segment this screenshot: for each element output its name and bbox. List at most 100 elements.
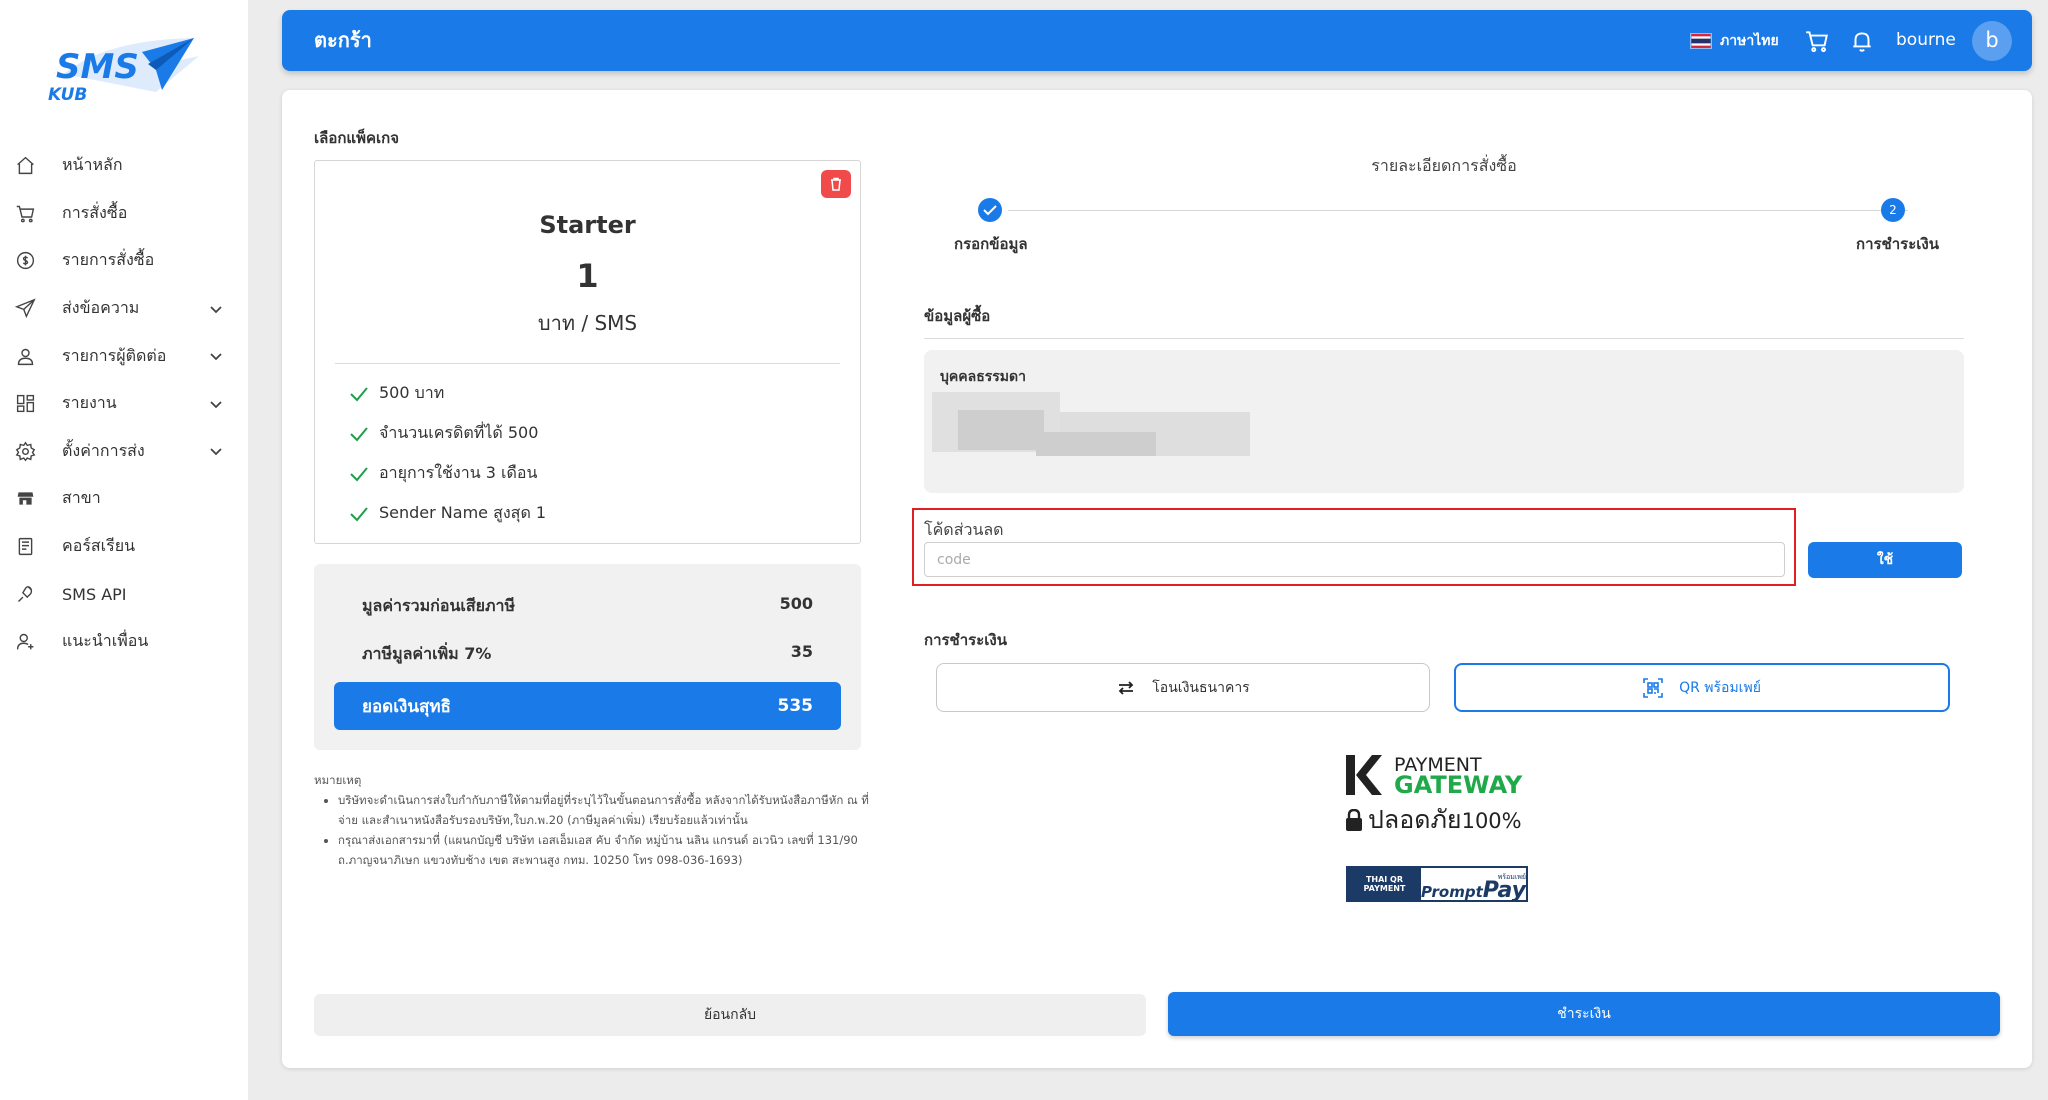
- subtotal-label: มูลค่ารวมก่อนเสียภาษี: [362, 596, 516, 615]
- subtotal-row: มูลค่ารวมก่อนเสียภาษี 500: [362, 594, 813, 619]
- lock-icon: [1346, 809, 1362, 831]
- note-item: กรุณาส่งเอกสารมาที่ (แผนกบัญชี บริษัท เอ…: [338, 830, 874, 870]
- check-icon: [350, 506, 368, 521]
- sidebar: SMS KUB หน้าหลัก การสั่งซื้อ รายการสั่งซ…: [0, 0, 248, 1100]
- sidebar-item-order[interactable]: การสั่งซื้อ: [0, 190, 248, 238]
- thai-flag-icon: [1690, 32, 1712, 49]
- stepper-line: [1008, 210, 1908, 211]
- sidebar-item-label: แนะนำเพื่อน: [62, 631, 149, 651]
- buyer-divider: [924, 338, 1964, 339]
- sidebar-item-label: หน้าหลัก: [62, 155, 123, 175]
- sidebar-item-branch[interactable]: สาขา: [0, 475, 248, 523]
- referral-icon: [14, 631, 36, 653]
- sidebar-item-send-message[interactable]: ส่งข้อความ: [0, 285, 248, 333]
- order-details-title: รายละเอียดการสั่งซื้อ: [1371, 156, 1517, 175]
- sidebar-item-label: SMS API: [62, 584, 127, 604]
- back-button[interactable]: ย้อนกลับ: [314, 994, 1146, 1036]
- cart-card: เลือกแพ็คเกจ Starter 1 บาท / SMS 500 บาท…: [282, 90, 2032, 1068]
- subtotal-value: 500: [779, 594, 813, 613]
- feature-text: 500 บาท: [379, 383, 445, 402]
- check-icon: [350, 426, 368, 441]
- home-icon: [14, 155, 36, 177]
- sidebar-item-referral[interactable]: แนะนำเพื่อน: [0, 618, 248, 666]
- sidebar-item-label: รายงาน: [62, 393, 117, 413]
- promptpay-pay-text: Pay: [1482, 877, 1526, 903]
- course-icon: [14, 536, 36, 558]
- discount-code-input[interactable]: [924, 542, 1785, 577]
- package-section-label: เลือกแพ็คเกจ: [314, 129, 399, 147]
- qr-badge-text: THAI QR: [1365, 875, 1404, 884]
- thai-qr-payment-mark: THAI QR PAYMENT: [1348, 868, 1421, 900]
- coin-icon: [14, 250, 36, 272]
- bank-transfer-button[interactable]: โอนเงินธนาคาร: [936, 663, 1430, 712]
- security-badge: ปลอดภัย100%: [1346, 800, 1522, 840]
- total-value: 535: [777, 696, 814, 716]
- package-price: 1: [576, 257, 599, 295]
- api-icon: [14, 583, 36, 605]
- security-percent: 100%: [1461, 809, 1522, 833]
- sidebar-item-reports[interactable]: รายงาน: [0, 380, 248, 428]
- chevron-down-icon: [210, 401, 222, 409]
- trash-icon: [831, 177, 841, 191]
- notes: หมายเหตุ บริษัทจะดำเนินการส่งใบกำกับภาษี…: [314, 770, 874, 870]
- promptpay-text: Prompt: [1420, 882, 1483, 901]
- payment-section-label: การชำระเงิน: [924, 631, 1007, 649]
- redacted-buyer-info: [1036, 432, 1156, 456]
- pay-button[interactable]: ชำระเงิน: [1168, 992, 2000, 1036]
- chevron-down-icon: [210, 305, 222, 313]
- thai-qr-promptpay-logo: THAI QR PAYMENT พร้อมเพย์ PromptPay: [1346, 866, 1528, 902]
- sidebar-item-contacts[interactable]: รายการผู้ติดต่อ: [0, 332, 248, 380]
- note-item: บริษัทจะดำเนินการส่งใบกำกับภาษีให้ตามที่…: [338, 790, 874, 830]
- sidebar-item-label: รายการผู้ติดต่อ: [62, 345, 167, 365]
- feature-text: อายุการใช้งาน 3 เดือน: [379, 463, 538, 482]
- kpayment-gateway-logo: PAYMENT GATEWAY: [1346, 754, 1523, 799]
- sidebar-item-send-settings[interactable]: ตั้งค่าการส่ง: [0, 428, 248, 476]
- total-label: ยอดเงินสุทธิ: [362, 696, 451, 717]
- sidebar-item-course[interactable]: คอร์สเรียน: [0, 523, 248, 571]
- security-text: ปลอดภัย100%: [1368, 800, 1522, 840]
- sms-kub-logo[interactable]: SMS KUB: [44, 34, 204, 104]
- sidebar-item-order-list[interactable]: รายการสั่งซื้อ: [0, 237, 248, 285]
- step-1-label: กรอกข้อมูล: [954, 235, 1028, 253]
- package-unit: บาท / SMS: [537, 311, 638, 335]
- vat-row: ภาษีมูลค่าเพิ่ม 7% 35: [362, 642, 813, 667]
- apply-discount-button[interactable]: ใช้: [1808, 542, 1962, 578]
- send-icon: [14, 298, 36, 320]
- svg-text:GATEWAY: GATEWAY: [1394, 771, 1523, 799]
- sidebar-item-label: สาขา: [62, 488, 101, 508]
- settings-icon: [14, 440, 36, 462]
- step-1-indicator: [978, 198, 1002, 222]
- bell-icon[interactable]: [1849, 28, 1875, 54]
- check-icon: [350, 386, 368, 401]
- buyer-section-label: ข้อมูลผู้ซื้อ: [924, 307, 991, 325]
- cart-icon[interactable]: [1804, 28, 1830, 54]
- buyer-type: บุคคลธรรมดา: [940, 369, 1026, 385]
- sidebar-item-home[interactable]: หน้าหลัก: [0, 142, 248, 190]
- sidebar-item-label: ส่งข้อความ: [62, 298, 140, 318]
- redacted-buyer-info: [958, 410, 1044, 450]
- total-row: ยอดเงินสุทธิ 535: [334, 682, 841, 730]
- buyer-info-box: บุคคลธรรมดา: [924, 350, 1964, 493]
- language-switcher[interactable]: ภาษาไทย: [1690, 10, 1779, 71]
- notes-title: หมายเหตุ: [314, 773, 362, 787]
- promptpay-mark: พร้อมเพย์ PromptPay: [1420, 868, 1526, 903]
- avatar[interactable]: b: [1972, 21, 2012, 61]
- svg-text:SMS: SMS: [56, 47, 139, 87]
- chevron-down-icon: [210, 353, 222, 361]
- package-feature: Sender Name สูงสุด 1: [349, 501, 546, 526]
- sidebar-item-sms-api[interactable]: SMS API: [0, 570, 248, 618]
- qr-promptpay-button[interactable]: QR พร้อมเพย์: [1454, 663, 1950, 712]
- feature-text: จำนวนเครดิตที่ได้ 500: [379, 423, 539, 442]
- username[interactable]: bourne: [1896, 10, 1956, 71]
- check-icon: [983, 205, 997, 216]
- package-card: Starter 1 บาท / SMS 500 บาท จำนวนเครดิตท…: [314, 160, 861, 544]
- discount-label: โค้ดส่วนลด: [924, 520, 1004, 539]
- top-header: ตะกร้า ภาษาไทย bourne b: [282, 10, 2032, 71]
- chevron-down-icon: [210, 448, 222, 456]
- bank-transfer-label: โอนเงินธนาคาร: [1152, 679, 1250, 696]
- package-feature: จำนวนเครดิตที่ได้ 500: [349, 421, 538, 446]
- remove-package-button[interactable]: [821, 170, 851, 198]
- sidebar-item-label: รายการสั่งซื้อ: [62, 250, 155, 270]
- feature-text: Sender Name สูงสุด 1: [379, 503, 547, 522]
- price-summary: มูลค่ารวมก่อนเสียภาษี 500 ภาษีมูลค่าเพิ่…: [314, 564, 861, 750]
